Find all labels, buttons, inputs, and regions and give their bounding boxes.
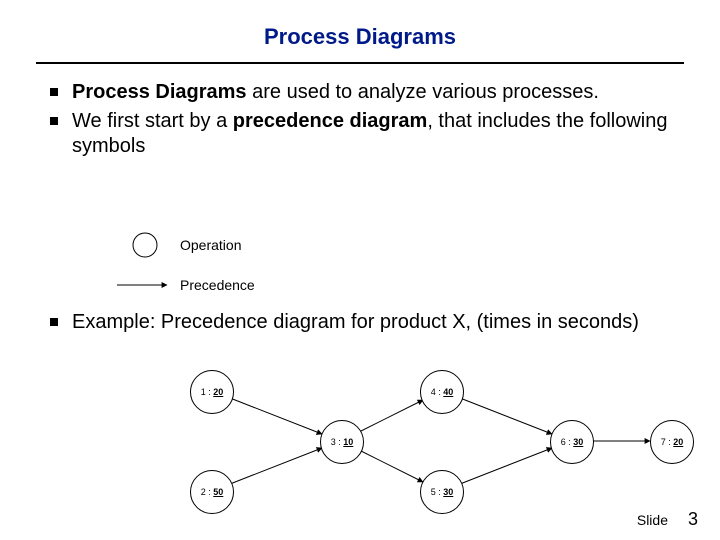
bullet-1-bold: Process Diagrams (72, 81, 247, 103)
bullet-1-text: Process Diagrams are used to analyze var… (72, 80, 670, 105)
node-1: 1 : 20 (190, 370, 234, 414)
legend-precedence: Precedence (110, 275, 255, 295)
node-2-time: 50 (213, 487, 223, 497)
title-rule (36, 62, 684, 64)
node-2: 2 : 50 (190, 470, 234, 514)
bullet-square-icon (50, 318, 58, 326)
footer-slide-label: Slide (637, 512, 668, 528)
node-1-id: 1 : (201, 387, 211, 397)
edge-2-3 (230, 448, 322, 484)
node-3-time: 10 (343, 437, 353, 447)
node-3: 3 : 10 (320, 420, 364, 464)
node-7-time: 20 (673, 437, 683, 447)
node-7-id: 7 : (661, 437, 671, 447)
operation-symbol-icon (110, 230, 180, 260)
bullet-1: Process Diagrams are used to analyze var… (50, 80, 670, 105)
precedence-symbol-icon (110, 275, 180, 295)
edge-3-4 (359, 400, 423, 432)
node-6-time: 30 (573, 437, 583, 447)
edge-4-6 (460, 398, 552, 434)
bullet-3: Example: Precedence diagram for product … (50, 310, 670, 335)
legend-operation: Operation (110, 230, 241, 260)
precedence-diagram: 1 : 20 2 : 50 3 : 10 4 : 40 5 : 30 6 : 3… (150, 370, 690, 510)
bullet-2-bold: precedence diagram (233, 110, 428, 132)
node-5: 5 : 30 (420, 470, 464, 514)
node-1-time: 20 (213, 387, 223, 397)
edge-5-6 (460, 448, 552, 484)
bullet-2-pre: We first start by a (72, 110, 233, 132)
bullet-2: We first start by a precedence diagram, … (50, 109, 670, 159)
bullet-2-text: We first start by a precedence diagram, … (72, 109, 670, 159)
bullet-square-icon (50, 117, 58, 125)
bullet-list-1: Process Diagrams are used to analyze var… (50, 80, 670, 163)
bullet-square-icon (50, 88, 58, 96)
operation-label: Operation (180, 237, 241, 253)
node-2-id: 2 : (201, 487, 211, 497)
node-6: 6 : 30 (550, 420, 594, 464)
edge-1-3 (230, 398, 322, 434)
node-4-time: 40 (443, 387, 453, 397)
bullet-list-2: Example: Precedence diagram for product … (50, 310, 670, 339)
node-7: 7 : 20 (650, 420, 694, 464)
precedence-label: Precedence (180, 277, 255, 293)
slide-title: Process Diagrams (0, 24, 720, 50)
footer-page-number: 3 (688, 509, 698, 530)
bullet-1-rest: are used to analyze various processes. (247, 81, 599, 103)
node-3-id: 3 : (331, 437, 341, 447)
bullet-3-text: Example: Precedence diagram for product … (72, 310, 670, 335)
node-5-time: 30 (443, 487, 453, 497)
node-5-id: 5 : (431, 487, 441, 497)
edge-3-5 (359, 450, 423, 482)
node-4-id: 4 : (431, 387, 441, 397)
node-6-id: 6 : (561, 437, 571, 447)
node-4: 4 : 40 (420, 370, 464, 414)
slide: Process Diagrams Process Diagrams are us… (0, 0, 720, 540)
